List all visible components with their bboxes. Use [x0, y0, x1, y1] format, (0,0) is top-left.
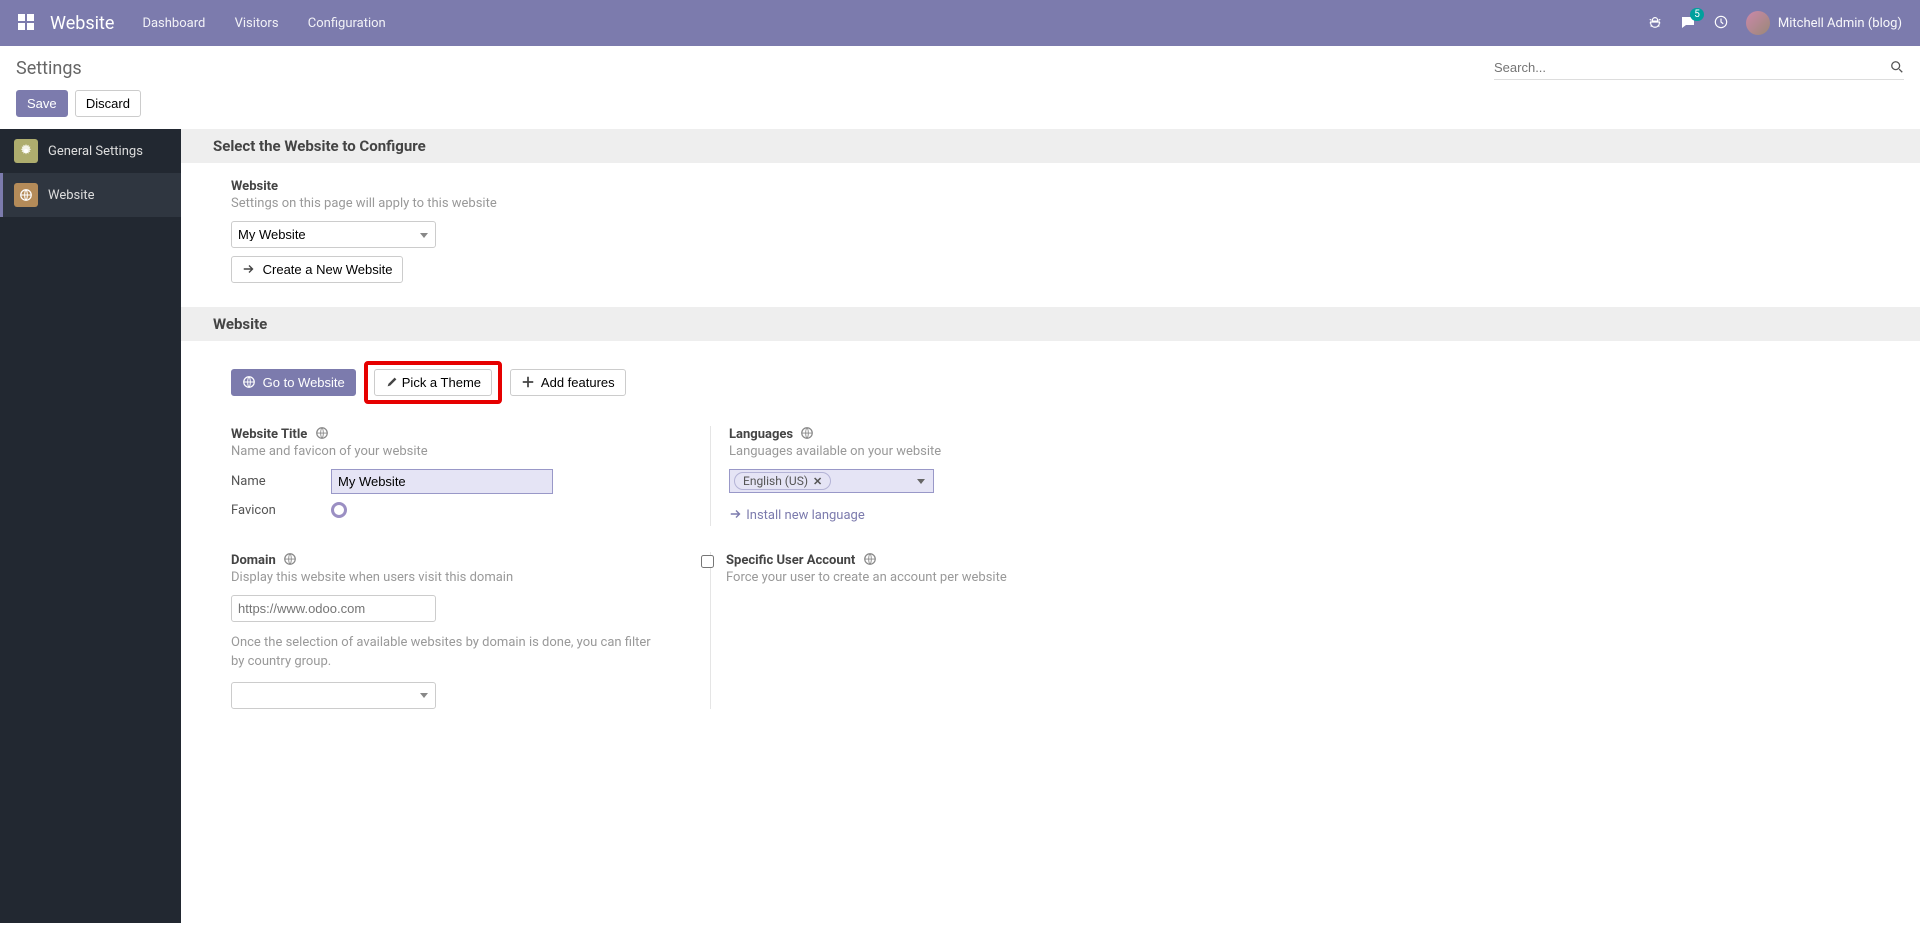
create-website-label: Create a New Website	[263, 262, 393, 277]
action-bar: Save Discard	[0, 86, 1920, 129]
go-to-website-button[interactable]: Go to Website	[231, 369, 356, 396]
languages-select[interactable]: English (US) ✕	[729, 469, 934, 493]
pick-theme-label: Pick a Theme	[402, 375, 481, 390]
domain-note: Once the selection of available websites…	[231, 634, 651, 672]
website-select-wrap: My Website	[231, 221, 436, 248]
sidebar-item-label: Website	[48, 188, 95, 203]
search-input[interactable]	[1494, 56, 1884, 79]
col-domain: Domain Display this website when users v…	[231, 552, 711, 709]
sidebar-item-website[interactable]: Website	[0, 173, 181, 217]
globe-icon	[863, 552, 877, 566]
avatar	[1746, 11, 1770, 35]
sidebar-item-general-settings[interactable]: General Settings	[0, 129, 181, 173]
go-to-website-label: Go to Website	[263, 375, 345, 390]
user-name: Mitchell Admin (blog)	[1778, 16, 1902, 31]
specific-user-help: Force your user to create an account per…	[726, 570, 1007, 585]
country-group-select-wrap	[231, 682, 436, 709]
pick-theme-button[interactable]: Pick a Theme	[374, 369, 492, 396]
search-box	[1494, 56, 1904, 80]
bug-icon[interactable]	[1648, 15, 1662, 31]
body: General Settings Website Select the Webs…	[0, 129, 1920, 923]
website-title-help: Name and favicon of your website	[231, 444, 686, 459]
user-menu[interactable]: Mitchell Admin (blog)	[1746, 11, 1902, 35]
name-input[interactable]	[331, 469, 553, 494]
section-website: Go to Website Pick a Theme Add features …	[181, 341, 1920, 733]
chat-icon[interactable]: 5	[1680, 15, 1696, 32]
search-icon[interactable]	[1884, 60, 1904, 76]
discard-button[interactable]: Discard	[75, 90, 141, 117]
language-tag: English (US) ✕	[734, 472, 831, 490]
globe-icon	[14, 183, 38, 207]
website-select[interactable]: My Website	[231, 221, 436, 248]
globe-icon	[800, 426, 814, 440]
clock-icon[interactable]	[1714, 15, 1728, 31]
website-buttons: Go to Website Pick a Theme Add features	[231, 361, 1888, 404]
specific-user-label: Specific User Account	[726, 552, 1007, 568]
domain-label: Domain	[231, 552, 686, 568]
menu-dashboard[interactable]: Dashboard	[142, 16, 205, 31]
install-language-link[interactable]: Install new language	[729, 507, 1167, 523]
create-website-button[interactable]: Create a New Website	[231, 256, 403, 283]
col-right: Languages Languages available on your we…	[711, 426, 1191, 526]
domain-input[interactable]	[231, 595, 436, 622]
setting-website-label: Website	[231, 179, 1888, 194]
name-label: Name	[231, 474, 331, 489]
domain-help: Display this website when users visit th…	[231, 570, 686, 585]
section-select-website-title: Select the Website to Configure	[181, 129, 1920, 163]
brand-title[interactable]: Website	[50, 13, 114, 34]
highlight-pick-theme: Pick a Theme	[364, 361, 502, 404]
languages-label: Languages	[729, 426, 1167, 442]
page-header: Settings	[0, 46, 1920, 86]
country-group-select[interactable]	[231, 682, 436, 709]
save-button[interactable]: Save	[16, 90, 68, 117]
globe-icon	[283, 552, 297, 566]
sidebar: General Settings Website	[0, 129, 181, 923]
setting-website-help: Settings on this page will apply to this…	[231, 196, 1888, 211]
section-select-website: Website Settings on this page will apply…	[181, 163, 1920, 307]
specific-user-checkbox[interactable]	[701, 555, 714, 568]
menu-visitors[interactable]: Visitors	[235, 16, 279, 31]
section-website-title: Website	[181, 307, 1920, 341]
gear-icon	[14, 139, 38, 163]
favicon-icon[interactable]	[331, 502, 347, 518]
top-menu: Dashboard Visitors Configuration	[142, 16, 411, 31]
remove-language-icon[interactable]: ✕	[813, 475, 822, 488]
sidebar-item-label: General Settings	[48, 144, 143, 159]
favicon-label: Favicon	[231, 503, 331, 518]
main-panel: Select the Website to Configure Website …	[181, 129, 1920, 923]
chat-badge: 5	[1690, 8, 1704, 21]
menu-configuration[interactable]: Configuration	[308, 16, 386, 31]
apps-icon[interactable]	[18, 14, 36, 32]
website-title-label: Website Title	[231, 426, 686, 442]
globe-icon	[315, 426, 329, 440]
col-specific-user: Specific User Account Force your user to…	[711, 552, 1191, 709]
add-features-label: Add features	[541, 375, 615, 390]
top-nav: Website Dashboard Visitors Configuration…	[0, 0, 1920, 46]
page-title: Settings	[16, 56, 82, 79]
languages-help: Languages available on your website	[729, 444, 1167, 459]
col-left: Website Title Name and favicon of your w…	[231, 426, 711, 526]
add-features-button[interactable]: Add features	[510, 369, 626, 396]
